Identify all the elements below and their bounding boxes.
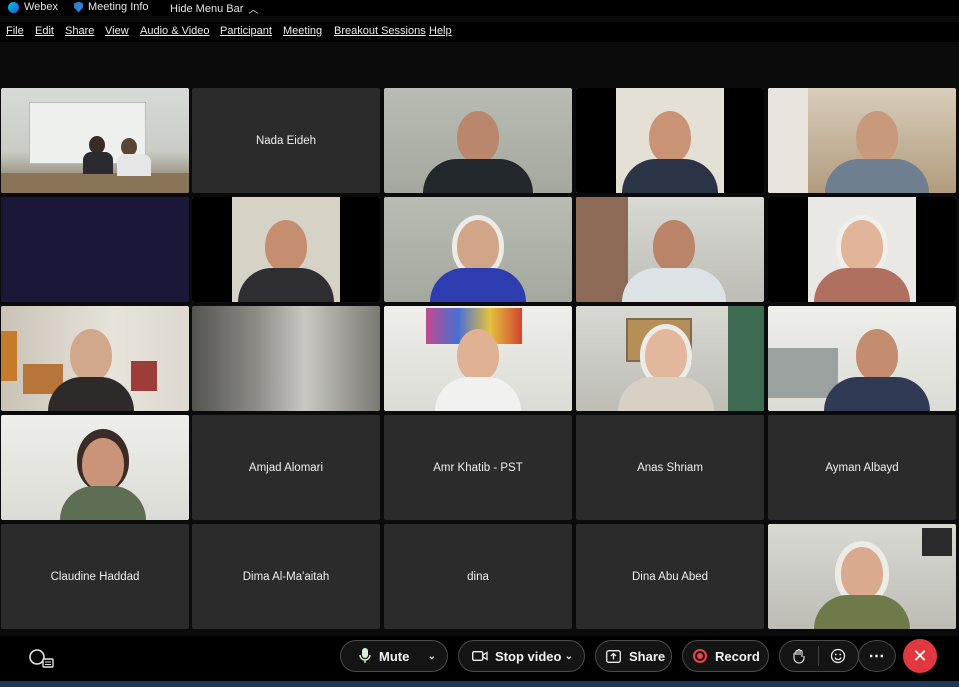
participant-video [1, 197, 189, 302]
video-tile[interactable] [192, 197, 380, 302]
raise-hand-icon[interactable] [780, 641, 818, 671]
layout-icon[interactable] [28, 648, 54, 673]
title-bar: Webex Meeting Info Hide Menu Bar ︿ [0, 0, 959, 16]
more-icon: ⋯ [868, 648, 886, 665]
record-button[interactable]: Record [682, 640, 769, 672]
video-tile[interactable] [1, 306, 189, 411]
participant-name: Amjad Alomari [248, 461, 324, 474]
video-tile[interactable] [576, 306, 764, 411]
participant-tile-dina-abu-abed[interactable]: Dina Abu Abed [576, 524, 764, 629]
participant-tile-amjad-alomari[interactable]: Amjad Alomari [192, 415, 380, 520]
video-grid: Nada Eideh Amjad Alomari Amr Khatib - PS… [0, 87, 959, 632]
microphone-icon [359, 648, 371, 664]
app-title: Webex [8, 1, 58, 13]
participant-video [768, 197, 956, 302]
video-tile[interactable] [192, 306, 380, 411]
meeting-info-button[interactable]: Meeting Info [74, 1, 149, 13]
video-tile[interactable] [1, 88, 189, 193]
mute-label: Mute [379, 648, 410, 664]
participant-video [768, 306, 956, 411]
participant-tile-anas-shriam[interactable]: Anas Shriam [576, 415, 764, 520]
hide-menu-bar-label: Hide Menu Bar [170, 2, 244, 15]
participant-name: Claudine Haddad [50, 570, 140, 583]
menu-meeting[interactable]: Meeting [283, 25, 322, 37]
meeting-controls-bar: Mute ⌄ Stop video ⌄ Share Record ⋯ ✕ [0, 636, 959, 681]
webex-logo-icon [8, 1, 19, 13]
record-label: Record [715, 648, 760, 664]
leave-meeting-button[interactable]: ✕ [903, 639, 937, 673]
video-tile[interactable] [768, 524, 956, 629]
participant-video [768, 88, 956, 193]
video-tile[interactable] [768, 88, 956, 193]
more-options-button[interactable]: ⋯ [858, 640, 896, 672]
shield-icon [74, 1, 83, 13]
hide-menu-bar-button[interactable]: Hide Menu Bar ︿ [170, 1, 259, 17]
participant-name: dina [467, 570, 489, 583]
video-tile[interactable] [768, 306, 956, 411]
menu-help[interactable]: Help [429, 25, 452, 37]
video-tile[interactable] [576, 197, 764, 302]
menu-file[interactable]: File [6, 25, 24, 37]
share-label: Share [629, 648, 666, 664]
participant-name: Dima Al-Ma'aitah [242, 570, 330, 583]
participant-tile-ayman-albayd[interactable]: Ayman Albayd [768, 415, 956, 520]
participant-video [384, 197, 572, 302]
participant-video [1, 306, 189, 411]
taskbar-edge [0, 681, 959, 687]
stop-video-button[interactable]: Stop video ⌄ [458, 640, 585, 672]
emoji-reaction-icon[interactable] [819, 641, 859, 671]
participant-name: Nada Eideh [255, 134, 317, 147]
participant-video [384, 88, 572, 193]
meeting-info-label: Meeting Info [88, 1, 149, 13]
video-tile[interactable] [384, 306, 572, 411]
participant-video [192, 197, 380, 302]
chevron-up-icon: ︿ [248, 5, 259, 16]
stop-video-label: Stop video [495, 648, 562, 664]
participant-name: Amr Khatib - PST [433, 461, 523, 474]
share-button[interactable]: Share [595, 640, 672, 672]
share-screen-icon [606, 649, 621, 663]
chevron-down-icon[interactable]: ⌄ [428, 651, 436, 662]
camera-icon [472, 650, 488, 662]
chevron-down-icon[interactable]: ⌄ [565, 651, 573, 662]
menu-participant[interactable]: Participant [220, 25, 272, 37]
mute-button[interactable]: Mute ⌄ [340, 640, 448, 672]
video-tile[interactable] [1, 415, 189, 520]
menu-view[interactable]: View [105, 25, 129, 37]
video-tile[interactable] [576, 88, 764, 193]
participant-name: Ayman Albayd [825, 461, 899, 474]
participant-name: Anas Shriam [637, 461, 703, 474]
video-tile[interactable] [384, 88, 572, 193]
menu-share[interactable]: Share [65, 25, 94, 37]
close-icon: ✕ [912, 645, 928, 666]
participant-tile-amr-khatib[interactable]: Amr Khatib - PST [384, 415, 572, 520]
video-tile[interactable] [768, 197, 956, 302]
menu-bar: File Edit Share View Audio & Video Parti… [0, 22, 959, 42]
participant-video [576, 306, 764, 411]
participant-video [1, 415, 189, 520]
participant-video [768, 524, 956, 629]
video-tile[interactable] [1, 197, 189, 302]
participant-video [1, 88, 189, 193]
video-tile[interactable] [384, 197, 572, 302]
participant-video [192, 306, 380, 411]
participant-video [384, 306, 572, 411]
participant-tile-claudine-haddad[interactable]: Claudine Haddad [1, 524, 189, 629]
participant-video [576, 197, 764, 302]
participant-tile-dina[interactable]: dina [384, 524, 572, 629]
app-name: Webex [24, 1, 59, 13]
record-icon [693, 649, 707, 663]
reactions-group [779, 640, 859, 672]
menu-breakout-sessions[interactable]: Breakout Sessions [334, 25, 426, 37]
participant-video [576, 88, 764, 193]
participant-tile-dima-al-maaitah[interactable]: Dima Al-Ma'aitah [192, 524, 380, 629]
menu-edit[interactable]: Edit [35, 25, 54, 37]
menu-audio-video[interactable]: Audio & Video [140, 25, 210, 37]
participant-name: Dina Abu Abed [631, 570, 709, 583]
participant-tile-nada-eideh[interactable]: Nada Eideh [192, 88, 380, 193]
